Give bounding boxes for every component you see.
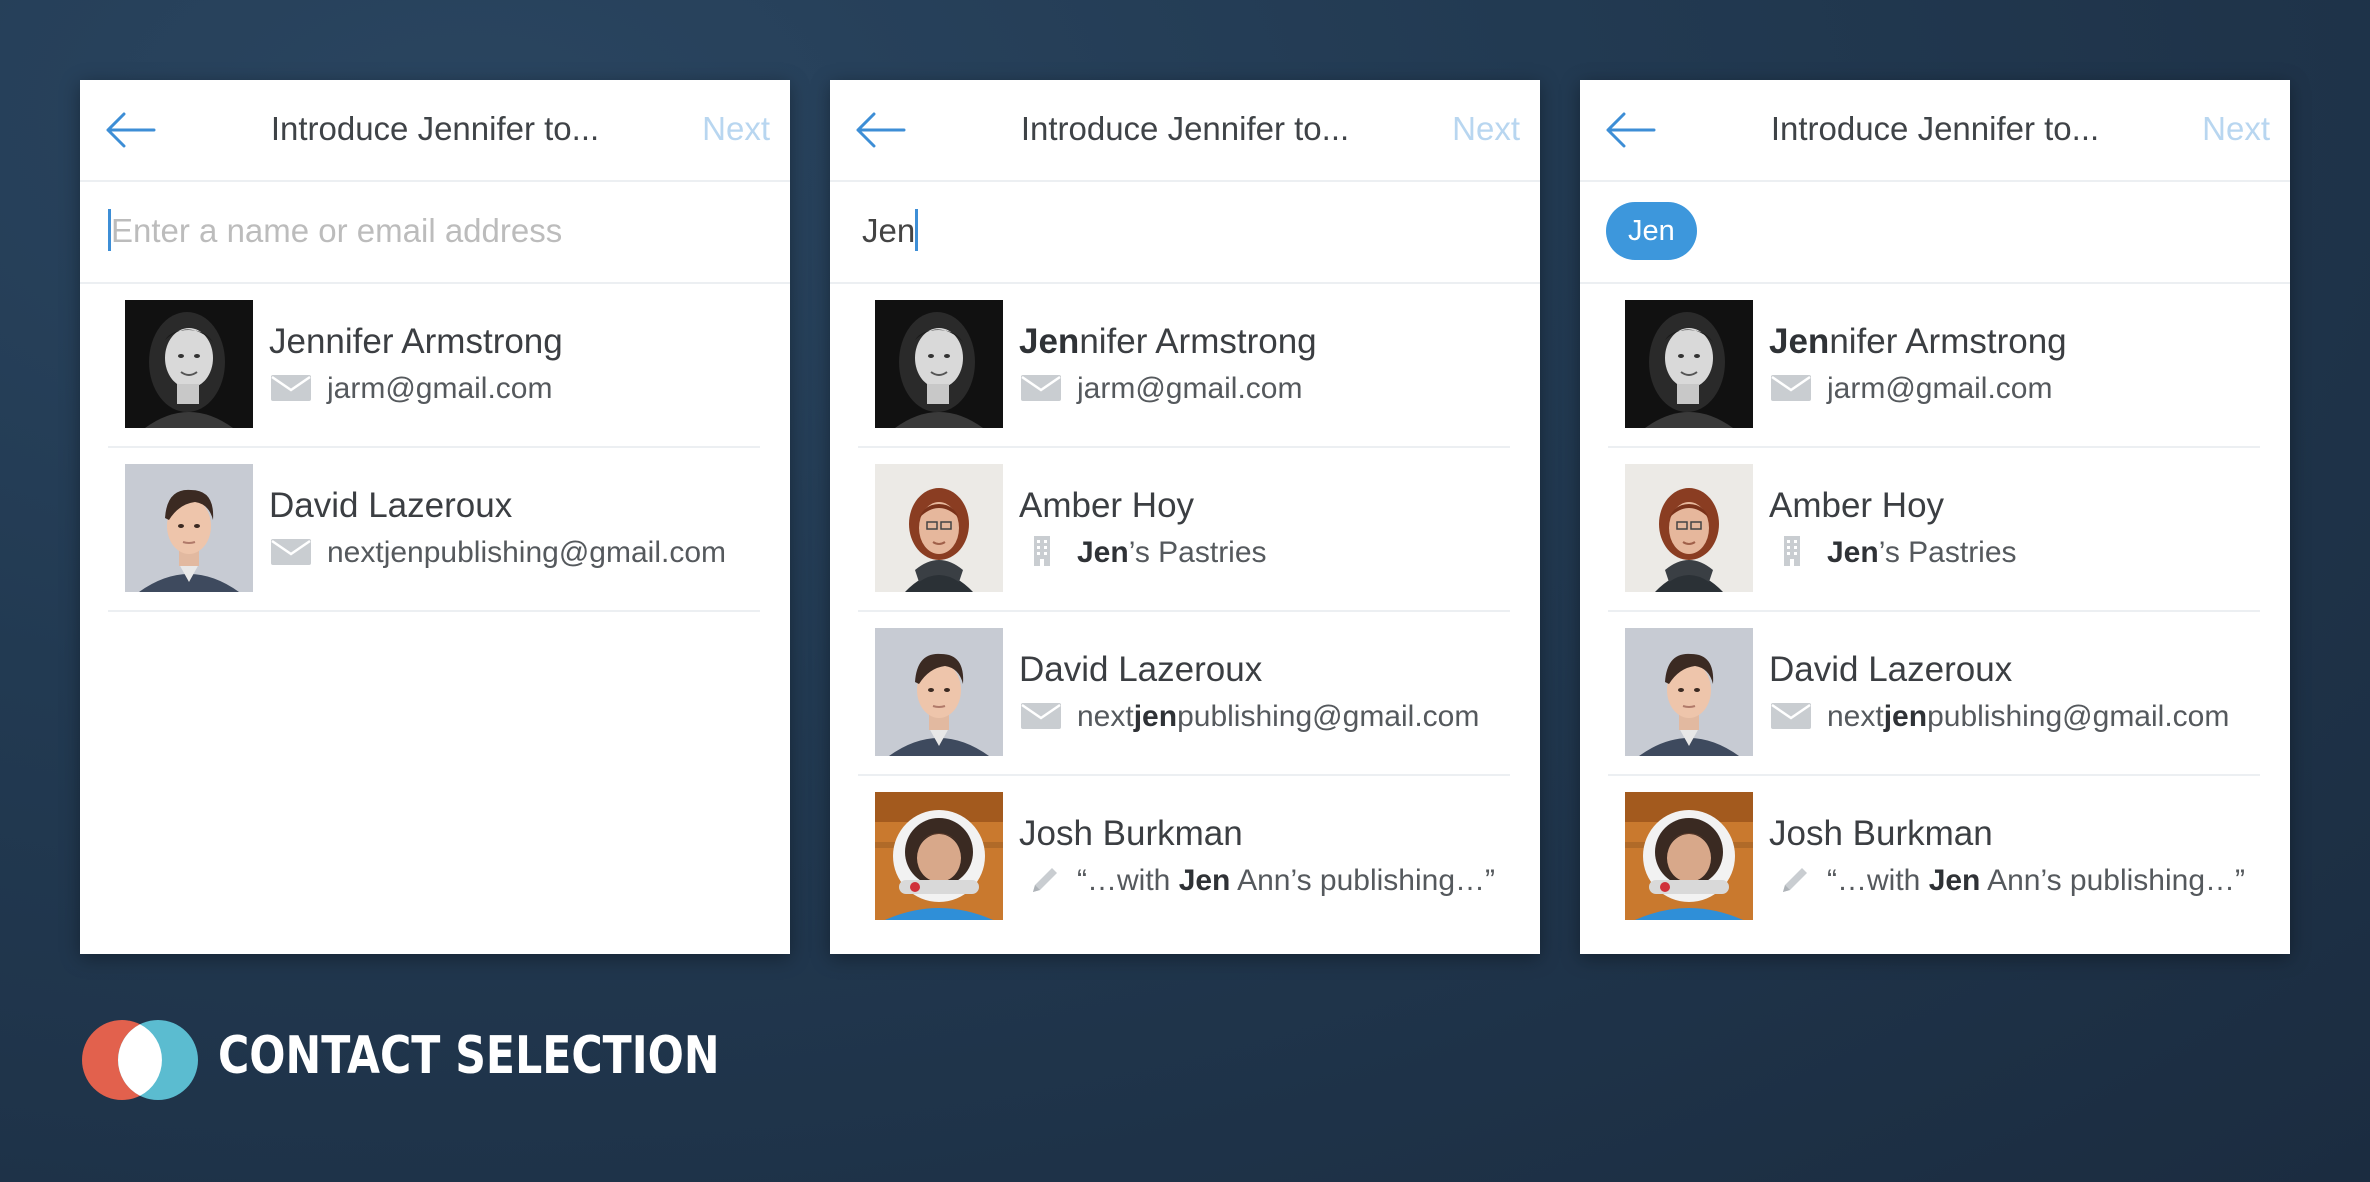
avatar [1625,464,1753,592]
contact-panel-chip: Introduce Jennifer to... Next Jen Jennif… [1580,80,2290,954]
contact-row[interactable]: David Lazeroux nextjenpublishing@gmail.c… [1608,612,2260,776]
contact-row[interactable]: Jennifer Armstrong jarm@gmail.com [1608,284,2260,448]
contact-row[interactable]: David Lazeroux nextjenpublishing@gmail.c… [108,448,760,612]
avatar [875,628,1003,756]
contact-name: David Lazeroux [269,486,513,525]
contact-list: Jennifer Armstrong jarm@gmail.com Amber … [830,284,1540,940]
josh-avatar-image [1625,792,1753,920]
contact-detail: nextjenpublishing@gmail.com [1019,700,1479,734]
contact-detail: Jen’s Pastries [1769,536,2017,570]
jennifer-avatar-image [1625,300,1753,428]
contact-detail: nextjenpublishing@gmail.com [269,536,726,570]
avatar [1625,300,1753,428]
mail-icon [269,535,313,567]
contact-row[interactable]: Jennifer Armstrong jarm@gmail.com [858,284,1510,448]
contact-name: Amber Hoy [1019,486,1195,525]
contact-name: Josh Burkman [1019,814,1243,853]
search-row: Enter a name or email address [80,182,790,284]
building-icon [1019,535,1063,567]
contact-row[interactable]: Amber Hoy Jen’s Pastries [1608,448,2260,612]
contact-detail: jarm@gmail.com [269,372,552,406]
next-button[interactable]: Next [2202,110,2270,148]
amber-avatar-image [875,464,1003,592]
page-title: Introduce Jennifer to... [1020,110,1350,147]
text-caret [915,209,919,252]
search-placeholder: Enter a name or email address [111,212,563,249]
contact-name: Amber Hoy [1769,486,1945,525]
page-title: Introduce Jennifer to... [270,110,600,147]
search-row: Jen [830,182,1540,284]
contact-name: Jennifer Armstrong [269,322,563,361]
mail-icon [1769,371,1813,403]
contact-detail: nextjenpublishing@gmail.com [1769,700,2229,734]
building-icon [1769,535,1813,567]
contact-detail: jarm@gmail.com [1769,372,2052,406]
search-chip[interactable]: Jen [1606,202,1697,260]
search-row: Jen [1580,182,2290,284]
david-avatar-image [1625,628,1753,756]
overlapping-circles-logo-icon [82,1020,198,1100]
josh-avatar-image [875,792,1003,920]
mail-icon [269,371,313,403]
contact-detail: Jen’s Pastries [1019,536,1267,570]
search-input[interactable]: Jen [862,209,1502,256]
contact-detail: “…with Jen Ann’s publishing…” [1019,864,1495,898]
page-title: Introduce Jennifer to... [1770,110,2100,147]
contact-name: David Lazeroux [1769,650,2013,689]
avatar [875,464,1003,592]
contact-name: Jennifer Armstrong [1019,322,1317,361]
amber-avatar-image [1625,464,1753,592]
panel-header: Introduce Jennifer to... Next [80,80,790,182]
contact-panel-typing: Introduce Jennifer to... Next Jen Jennif… [830,80,1540,954]
jennifer-avatar-image [875,300,1003,428]
contact-row[interactable]: Josh Burkman “…with Jen Ann’s publishing… [1608,776,2260,940]
brand-logo [80,1018,200,1102]
search-value: Jen [862,212,916,249]
david-avatar-image [125,464,253,592]
contact-detail: “…with Jen Ann’s publishing…” [1769,864,2245,898]
avatar [125,300,253,428]
next-button[interactable]: Next [702,110,770,148]
contact-name: Josh Burkman [1769,814,1993,853]
david-avatar-image [875,628,1003,756]
mail-icon [1019,699,1063,731]
search-input[interactable]: Enter a name or email address [108,209,748,256]
footer-label: CONTACT SELECTION [218,1026,720,1086]
avatar [1625,628,1753,756]
contact-name: Jennifer Armstrong [1769,322,2067,361]
contact-detail: jarm@gmail.com [1019,372,1302,406]
contact-row[interactable]: David Lazeroux nextjenpublishing@gmail.c… [858,612,1510,776]
jennifer-avatar-image [125,300,253,428]
mail-icon [1019,371,1063,403]
contact-row[interactable]: Josh Burkman “…with Jen Ann’s publishing… [858,776,1510,940]
avatar [1625,792,1753,920]
pencil-icon [1769,863,1813,895]
contact-list: Jennifer Armstrong jarm@gmail.com David … [80,284,790,612]
contact-row[interactable]: Jennifer Armstrong jarm@gmail.com [108,284,760,448]
panel-header: Introduce Jennifer to... Next [830,80,1540,182]
contact-row[interactable]: Amber Hoy Jen’s Pastries [858,448,1510,612]
avatar [125,464,253,592]
avatar [875,792,1003,920]
mail-icon [1769,699,1813,731]
contact-list: Jennifer Armstrong jarm@gmail.com Amber … [1580,284,2290,940]
panel-header: Introduce Jennifer to... Next [1580,80,2290,182]
contact-panel-empty: Introduce Jennifer to... Next Enter a na… [80,80,790,954]
next-button[interactable]: Next [1452,110,1520,148]
contact-name: David Lazeroux [1019,650,1263,689]
avatar [875,300,1003,428]
pencil-icon [1019,863,1063,895]
